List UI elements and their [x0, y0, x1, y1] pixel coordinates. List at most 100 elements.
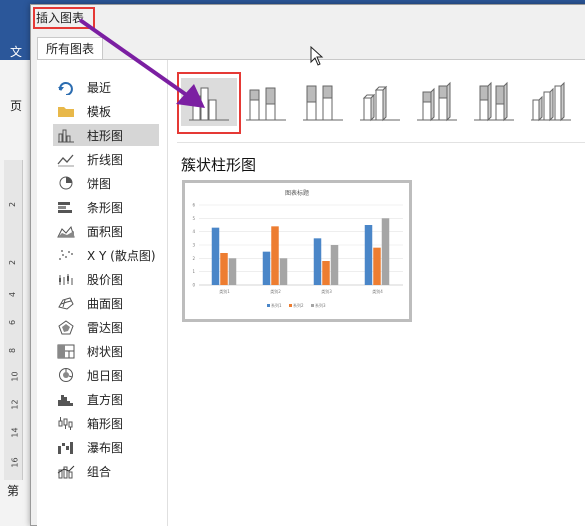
sidebar-item-boxplot[interactable]: 箱形图	[53, 412, 159, 434]
ruler-number: 12	[10, 399, 20, 410]
boxplot-icon	[57, 416, 75, 430]
subtype-title: 簇状柱形图	[181, 156, 257, 174]
sidebar-item-label: 股价图	[87, 272, 124, 287]
column-chart-icon	[57, 128, 75, 142]
sidebar-item-label: 最近	[87, 80, 112, 95]
pie-chart-icon	[57, 176, 75, 190]
combo-chart-icon	[57, 464, 75, 478]
sidebar-item-treemap[interactable]: 树状图	[53, 340, 159, 362]
sidebar-item-histogram[interactable]: 直方图	[53, 388, 159, 410]
3d-clustered-column-thumb[interactable]	[352, 78, 408, 126]
waterfall-icon	[57, 440, 75, 454]
sidebar-item-label: 面积图	[87, 224, 124, 239]
histogram-icon	[57, 392, 75, 406]
sidebar-item-sunburst[interactable]: 旭日图	[53, 364, 159, 386]
sidebar-item-label: 箱形图	[87, 416, 124, 431]
3d-column-thumb[interactable]	[523, 78, 579, 126]
page-status-fragment: 第	[7, 484, 20, 498]
bar-系列1-类别2	[262, 251, 271, 285]
y-tick-label: 0	[192, 283, 195, 288]
sidebar-item-line-chart[interactable]: 折线图	[53, 148, 159, 170]
ruler-number: 2	[8, 259, 18, 266]
y-tick-label: 4	[192, 229, 195, 234]
3d-stacked-column-thumb[interactable]	[409, 78, 465, 126]
title-highlight-box	[33, 7, 95, 29]
stock-chart-icon	[57, 272, 75, 286]
line-chart-icon	[57, 152, 75, 166]
sidebar-item-area-chart[interactable]: 面积图	[53, 220, 159, 242]
bar-系列3-类别2	[279, 258, 288, 285]
sidebar-item-pie-chart[interactable]: 饼图	[53, 172, 159, 194]
y-tick-label: 6	[192, 203, 195, 208]
sidebar-item-label: 组合	[87, 464, 112, 479]
bar-系列2-类别2	[271, 226, 279, 285]
percent-stacked-column-thumb[interactable]	[295, 78, 351, 126]
recent-icon	[57, 80, 75, 95]
sidebar-item-label: 旭日图	[87, 368, 124, 383]
ruler-number: 8	[8, 347, 18, 354]
sidebar-item-label: 曲面图	[87, 296, 124, 311]
chart-preview[interactable]: 图表标题 0 1 2 3 4 5 6 类别1 类别2 类别3 类别4 系列1 系列2 系列3	[182, 180, 412, 322]
folder-icon	[57, 104, 75, 118]
sidebar-item-folder[interactable]: 模板	[53, 100, 159, 122]
bar-系列3-类别3	[330, 245, 339, 285]
bar-系列2-类别3	[322, 261, 330, 285]
ruler-number: 14	[10, 427, 20, 438]
scatter-chart-icon	[57, 248, 75, 262]
dialog-content: 最近模板柱形图折线图饼图条形图面积图 X Y (散点图) 股价图曲面图雷达图树状图旭…	[37, 59, 585, 526]
sidebar-item-label: 雷达图	[87, 320, 124, 335]
sidebar-item-label: X Y (散点图)	[87, 248, 156, 263]
sidebar-item-scatter-chart[interactable]: X Y (散点图)	[53, 244, 159, 266]
area-chart-icon	[57, 224, 75, 238]
bar-系列3-类别1	[228, 258, 237, 285]
ruler-number: 10	[10, 371, 20, 382]
sidebar-item-waterfall[interactable]: 瀑布图	[53, 436, 159, 458]
sidebar-item-column-chart[interactable]: 柱形图	[53, 124, 159, 146]
bar-chart-icon	[57, 200, 75, 214]
sidebar-item-label: 柱形图	[87, 128, 124, 143]
radar-chart-icon	[57, 319, 75, 334]
legend-swatch	[267, 304, 270, 307]
page-label-fragment: 页	[10, 99, 23, 113]
y-tick-label: 1	[192, 269, 195, 274]
vertical-ruler: 2 2 4 6 8 10 12 14 16	[4, 160, 23, 480]
sidebar-item-stock-chart[interactable]: 股价图	[53, 268, 159, 290]
y-tick-label: 3	[192, 243, 195, 248]
sidebar-item-radar-chart[interactable]: 雷达图	[53, 316, 159, 338]
sidebar-item-label: 瀑布图	[87, 440, 124, 455]
3d-percent-stacked-column-thumb[interactable]	[466, 78, 522, 126]
stacked-column-thumb[interactable]	[238, 78, 294, 126]
ruler-number: 6	[8, 319, 18, 326]
x-tick-label: 类别4	[372, 288, 383, 294]
chart-subtype-panel: 簇状柱形图 图表标题 0 1 2 3 4 5 6 类别1 类别2 类别3 类别4 系列1 系列2 系列3	[177, 60, 585, 526]
bar-系列1-类别3	[313, 238, 322, 285]
insert-chart-dialog: 插入图表 所有图表 最近 模板 柱形图 折线图 饼图 条形图 面积图 X Y (散点图) 股价图…	[30, 4, 585, 526]
selected-thumb-highlight-box	[177, 72, 241, 134]
sidebar-item-label: 树状图	[87, 344, 124, 359]
sidebar-item-bar-chart[interactable]: 条形图	[53, 196, 159, 218]
legend-label: 系列2	[293, 302, 304, 308]
chart-type-list: 最近模板柱形图折线图饼图条形图面积图 X Y (散点图) 股价图曲面图雷达图树状图旭…	[37, 60, 168, 526]
legend-swatch	[289, 304, 292, 307]
bar-系列2-类别1	[220, 253, 228, 285]
ruler-number: 4	[8, 291, 18, 298]
sidebar-item-combo-chart[interactable]: 组合	[53, 460, 159, 482]
legend-label: 系列3	[315, 302, 326, 308]
tab-bar: 所有图表	[31, 33, 585, 60]
sidebar-item-label: 条形图	[87, 200, 124, 215]
sidebar-item-label: 模板	[87, 104, 112, 119]
sidebar-item-recent[interactable]: 最近	[53, 76, 159, 98]
sidebar-item-label: 折线图	[87, 152, 124, 167]
ruler-number: 16	[10, 457, 20, 468]
file-tab-fragment[interactable]: 文	[10, 43, 22, 60]
bar-系列2-类别4	[373, 247, 381, 285]
x-tick-label: 类别3	[321, 288, 332, 294]
y-tick-label: 5	[192, 216, 195, 221]
bar-系列3-类别4	[381, 218, 390, 285]
sidebar-item-surface-chart[interactable]: 曲面图	[53, 292, 159, 314]
tab-all-charts[interactable]: 所有图表	[37, 37, 103, 60]
x-tick-label: 类别2	[270, 288, 281, 294]
preview-chart-svg: 图表标题 0 1 2 3 4 5 6 类别1 类别2 类别3 类别4 系列1 系列2 系列3	[192, 189, 403, 308]
surface-chart-icon	[57, 296, 75, 310]
legend-swatch	[311, 304, 314, 307]
